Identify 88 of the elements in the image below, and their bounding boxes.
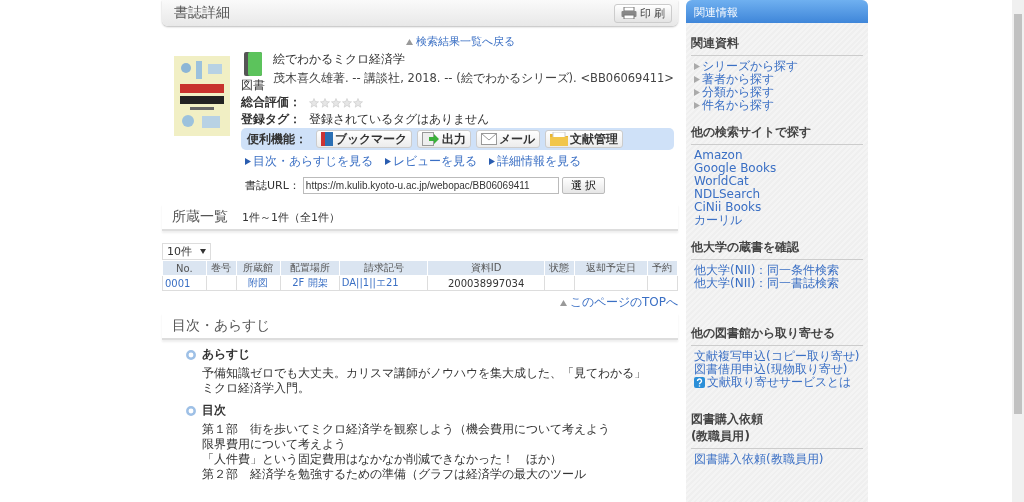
sidebar-link[interactable]: CiNii Books <box>694 201 762 214</box>
tags-label: 登録タグ： <box>241 111 302 128</box>
book-title: 絵でわかるミクロ経済学 <box>273 51 406 68</box>
star-icon <box>309 97 319 108</box>
column-header: 巻号 <box>206 260 237 276</box>
dropdown-arrow-icon <box>200 249 206 254</box>
up-triangle-icon <box>405 38 413 45</box>
url-field[interactable]: https://m.kulib.kyoto-u.ac.jp/webopac/BB06069411 <box>302 177 559 194</box>
sidebar-link[interactable]: 件名から探す <box>702 99 774 112</box>
sidebar-link[interactable]: 文献取り寄せサービスとは <box>707 376 851 389</box>
printer-icon <box>620 7 637 19</box>
page-size-select[interactable]: 10件 <box>162 243 211 260</box>
select-button[interactable]: 選 択 <box>561 177 606 194</box>
mail-icon <box>481 133 497 145</box>
sidebar-link[interactable]: 他大学(NII)：同一条件検索 <box>694 264 840 277</box>
holdings-count: 1件～1件（全1件） <box>242 210 340 225</box>
tags-value: 登録されているタグはありません <box>309 111 489 128</box>
right-triangle-icon <box>245 158 251 165</box>
sidebar-link[interactable]: 他大学(NII)：同一書誌検索 <box>694 277 840 290</box>
sidebar-link[interactable]: カーリル <box>694 214 742 227</box>
section-title: 目次・あらすじ <box>172 317 270 335</box>
sidebar-link[interactable]: 分類から探す <box>702 86 774 99</box>
column-header: 配置場所 <box>280 260 340 276</box>
detail-link[interactable]: レビューを見る <box>393 153 477 170</box>
sidebar-link[interactable]: 著者から探す <box>702 73 774 86</box>
column-header: No. <box>162 260 207 276</box>
mail-button[interactable]: メール <box>476 130 540 148</box>
book-icon <box>244 52 262 76</box>
table-cell: 200038997034 <box>427 275 545 291</box>
print-button[interactable]: 印 刷 <box>613 3 672 23</box>
text-line: 限界費用について考えよう <box>202 437 347 452</box>
star-icon <box>320 97 330 108</box>
text-line: 「人件費」という固定費用はなかなか削減できなかった！ ほか） <box>202 452 563 467</box>
column-header: 状態 <box>544 260 575 276</box>
folder-button[interactable]: 文献管理 <box>545 130 623 148</box>
subsection-heading: あらすじ <box>202 346 250 363</box>
bookmark-button[interactable]: ブックマーク <box>316 130 412 148</box>
right-triangle-icon <box>489 158 495 165</box>
detail-link[interactable]: 目次・あらすじを見る <box>253 153 373 170</box>
text-line: 予備知識ゼロでも大丈夫。カリスマ講師がノウハウを集大成した、「見てわかる」ミクロ経済学入門。 <box>202 366 647 396</box>
right-triangle-icon <box>385 158 391 165</box>
export-icon <box>422 132 440 146</box>
table-cell[interactable]: 2F 開架 <box>280 275 340 291</box>
text-line: 第１部 街を歩いてミクロ経済学を観察しよう（機会費用について考えよう <box>202 422 611 437</box>
sidebar-link[interactable]: シリーズから探す <box>702 60 798 73</box>
column-header: 返却予定日 <box>574 260 648 276</box>
back-link[interactable]: 検索結果一覧へ戻る <box>415 34 515 49</box>
group-heading: 関連資料 <box>691 35 863 56</box>
star-icon <box>342 97 352 108</box>
bullet-icon <box>186 405 196 416</box>
sidebar-link[interactable]: 図書購入依頼(教職員用) <box>694 453 824 466</box>
sidebar-link[interactable]: 図書借用申込(現物取り寄せ) <box>694 363 848 376</box>
table-cell[interactable]: 0001 <box>162 275 207 291</box>
star-icon <box>331 97 341 108</box>
sidebar-link[interactable]: WorldCat <box>694 175 749 188</box>
column-header: 資料ID <box>427 260 545 276</box>
type-label: 図書 <box>241 77 265 94</box>
rating-label: 総合評価： <box>241 94 302 111</box>
folder-icon <box>550 132 568 146</box>
subsection-heading: 目次 <box>202 402 226 419</box>
tools-label: 便利機能： <box>247 130 308 148</box>
sidebar-link[interactable]: 文献複写申込(コピー取り寄せ) <box>694 350 860 363</box>
book-description: 茂木喜久雄著. -- 講談社, 2018. -- (絵でわかるシリーズ). <BB06069411> <box>273 71 674 86</box>
up-triangle-icon <box>560 299 567 306</box>
bullet-icon <box>186 349 196 360</box>
detail-link[interactable]: 詳細情報を見る <box>497 153 581 170</box>
text-line: 第２部 経済学を勉強するための準備（グラフは経済学の最大のツール <box>202 467 587 482</box>
page-top-link[interactable]: このページのTOPへ <box>570 294 678 311</box>
star-icon <box>353 97 363 108</box>
url-label: 書誌URL： <box>245 178 300 193</box>
page-title: 書誌詳細 <box>174 4 230 22</box>
book-icon <box>321 132 333 146</box>
group-heading: 図書購入依頼 (教職員用) <box>691 411 863 449</box>
group-heading: 他の図書館から取り寄せる <box>691 325 863 346</box>
column-header: 予約 <box>647 260 678 276</box>
group-heading: 他大学の蔵書を確認 <box>691 239 863 260</box>
section-title: 所蔵一覧 <box>172 208 228 226</box>
export-button[interactable]: 出力 <box>417 130 471 148</box>
column-header: 請求記号 <box>339 260 428 276</box>
table-cell[interactable]: DA||1||エ21 <box>339 275 428 291</box>
column-header: 所蔵館 <box>236 260 281 276</box>
sidebar-link[interactable]: Google Books <box>694 162 777 175</box>
scrollbar[interactable] <box>1012 0 1024 502</box>
group-heading: 他の検索サイトで探す <box>691 124 863 145</box>
sidebar-title: 関連情報 <box>686 0 868 23</box>
sidebar-link[interactable]: Amazon <box>694 149 743 162</box>
table-cell[interactable]: 附図 <box>236 275 281 291</box>
sidebar-link[interactable]: NDLSearch <box>694 188 761 201</box>
